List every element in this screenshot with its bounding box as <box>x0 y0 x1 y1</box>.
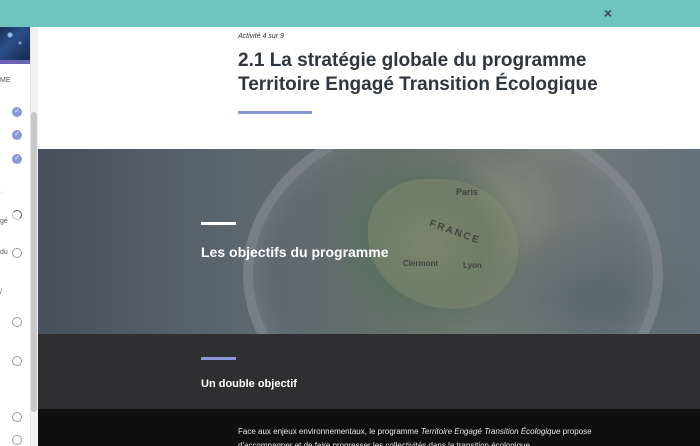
not-started-icon[interactable] <box>12 317 22 327</box>
completed-check-icon[interactable]: ✓ <box>12 154 22 164</box>
lesson-content: Activité 4 sur 9 2.1 La stratégie global… <box>38 27 700 446</box>
sidebar-scrollbar-thumb[interactable] <box>31 112 37 412</box>
course-progress-stripe <box>0 60 30 64</box>
not-started-icon[interactable] <box>12 356 22 366</box>
section-accent-bar <box>201 357 236 360</box>
top-bar: × <box>0 0 700 27</box>
hero-accent-bar <box>201 222 236 225</box>
hero-heading: Les objectifs du programme <box>201 244 389 260</box>
sidebar-item-label: / <box>0 289 2 296</box>
body-paragraph: Face aux enjeux environnementaux, le pro… <box>238 425 598 446</box>
completed-check-icon[interactable]: ✓ <box>12 130 22 140</box>
sidebar-divider: · <box>0 189 3 196</box>
body-section: Face aux enjeux environnementaux, le pro… <box>38 409 700 446</box>
sidebar-item-label: ME <box>0 77 11 84</box>
not-started-icon[interactable] <box>12 435 22 445</box>
not-started-icon[interactable] <box>12 248 22 258</box>
course-thumbnail <box>0 27 30 60</box>
hero-overlay <box>38 149 700 334</box>
section-heading: Un double objectif <box>201 378 297 390</box>
section-header: Un double objectif <box>38 334 700 409</box>
close-icon[interactable]: × <box>600 5 616 21</box>
sidebar-item-label: du <box>0 249 8 256</box>
body-text-emphasis: Territoire Engagé Transition Écologique <box>420 427 561 436</box>
not-started-icon[interactable] <box>12 412 22 422</box>
sidebar-item-label: gé <box>0 218 8 225</box>
lesson-title: 2.1 La stratégie globale du programme Te… <box>238 50 598 95</box>
in-progress-icon[interactable] <box>12 210 22 220</box>
hero-image: Paris FRANCE Clermont Lyon Les objectifs… <box>38 149 700 334</box>
body-text-start: Face aux enjeux environnementaux, le pro… <box>238 427 421 436</box>
completed-check-icon[interactable]: ✓ <box>12 107 22 117</box>
sidebar: ME ✓ ✓ ✓ · gé du / <box>0 27 30 446</box>
title-underline <box>238 111 312 114</box>
lesson-counter: Activité 4 sur 9 <box>238 33 284 40</box>
